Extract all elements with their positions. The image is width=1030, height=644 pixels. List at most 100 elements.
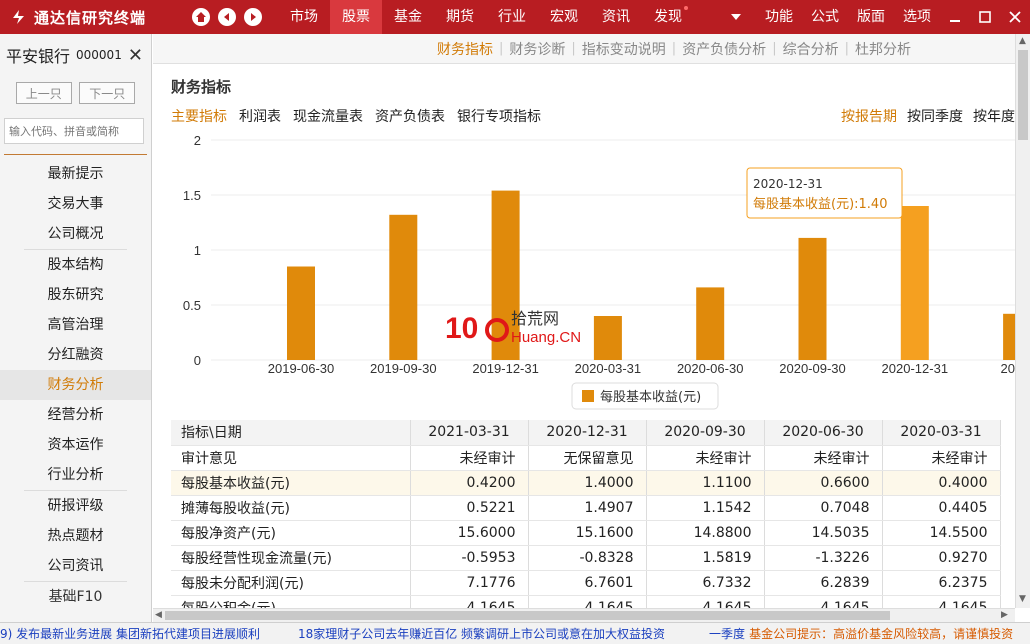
- subtab-bank-special[interactable]: 银行专项指标: [457, 106, 541, 126]
- menu-functions[interactable]: 功能: [756, 0, 802, 34]
- subtab-cashflow[interactable]: 现金流量表: [293, 106, 363, 126]
- value-cell: -0.8328: [528, 545, 647, 571]
- table-row[interactable]: 每股经营性现金流量(元) -0.5953 -0.8328 1.5819 -1.3226 0…: [171, 545, 1001, 571]
- sidebar-item-events[interactable]: 交易大事: [0, 189, 151, 219]
- table-row[interactable]: 每股公积金(元)4.16454.16454.16454.16454.1645: [171, 595, 1001, 608]
- chart-bars[interactable]: [287, 190, 1015, 361]
- table-header-row[interactable]: 指标\日期 2021-03-31 2020-12-31 2020-09-30 2020-…: [171, 420, 1001, 446]
- period-by-report[interactable]: 按报告期: [841, 106, 897, 126]
- scroll-right-icon[interactable]: ▶: [1001, 610, 1008, 620]
- ticker-notice[interactable]: 基金公司提示：高溢价基金风险较高，请谨慎投资: [749, 625, 1013, 642]
- tab-dupont[interactable]: 杜邦分析: [849, 39, 917, 59]
- tab-balance-analysis[interactable]: 资产负债分析: [676, 39, 772, 59]
- sidebar-item-shareholders[interactable]: 股东研究: [0, 280, 151, 310]
- sidebar-item-dividends[interactable]: 分红融资: [0, 340, 151, 370]
- sidebar-item-latest[interactable]: 最新提示: [0, 159, 151, 189]
- legend-label: 每股基本收益(元): [600, 389, 701, 405]
- value-cell: 2020-12-31: [528, 420, 647, 446]
- next-stock-button[interactable]: 下一只: [79, 82, 136, 104]
- close-stock-icon[interactable]: ✕: [128, 45, 143, 66]
- horizontal-scrollbar[interactable]: ◀ ▶: [153, 608, 1015, 622]
- forward-icon[interactable]: [244, 8, 262, 26]
- financial-table: 指标\日期 2021-03-31 2020-12-31 2020-09-30 2020-…: [171, 420, 1015, 608]
- analysis-tabs: 财务指标 | 财务诊断 | 指标变动说明 | 资产负债分析 | 综合分析 | 杜邦分析: [153, 34, 1015, 64]
- menu-stocks[interactable]: 股票: [330, 0, 382, 34]
- scroll-down-icon[interactable]: ▼: [1019, 594, 1026, 604]
- value-cell: 4.1645: [764, 595, 883, 608]
- period-same-quarter[interactable]: 按同季度: [907, 106, 963, 126]
- subtab-income[interactable]: 利润表: [239, 106, 281, 126]
- prev-stock-button[interactable]: 上一只: [15, 82, 72, 104]
- y-tick-label: 0.5: [183, 298, 201, 313]
- sidebar-item-basic-f10[interactable]: 基础F10: [0, 582, 151, 612]
- menu-layout[interactable]: 版面: [848, 0, 894, 34]
- chart-bar[interactable]: [798, 237, 827, 360]
- vertical-scroll-thumb[interactable]: [1018, 50, 1028, 140]
- value-cell: 6.2375: [882, 570, 1001, 596]
- sidebar-item-capital-ops[interactable]: 资本运作: [0, 430, 151, 460]
- tab-comprehensive[interactable]: 综合分析: [777, 39, 845, 59]
- minimize-icon[interactable]: [940, 0, 970, 34]
- chart-bar[interactable]: [696, 287, 725, 360]
- sidebar-item-governance[interactable]: 高管治理: [0, 310, 151, 340]
- table-row[interactable]: 摊薄每股收益(元) 0.5221 1.4907 1.1542 0.7048 0.4405: [171, 495, 1001, 521]
- ticker-item[interactable]: 18家理财子公司去年赚近百亿 频繁调研上市公司或意在加大权益投资: [298, 625, 665, 642]
- menu-formula[interactable]: 公式: [802, 0, 848, 34]
- value-cell: 15.1600: [528, 520, 647, 546]
- menu-options[interactable]: 选项: [894, 0, 940, 34]
- menu-funds[interactable]: 基金: [382, 0, 434, 34]
- vertical-scrollbar[interactable]: ▲ ▼: [1015, 34, 1030, 608]
- menu-discover-label: 发现: [654, 9, 682, 25]
- sidebar-item-research[interactable]: 研报评级: [0, 491, 151, 521]
- horizontal-scroll-thumb[interactable]: [165, 611, 890, 620]
- chart-bar[interactable]: [900, 206, 929, 360]
- menu-futures[interactable]: 期货: [434, 0, 486, 34]
- subtab-key-indicators[interactable]: 主要指标: [171, 106, 227, 126]
- ticker-item[interactable]: 9) 发布最新业务进展 集团新拓代建项目进展顺利: [0, 625, 260, 642]
- scroll-left-icon[interactable]: ◀: [155, 610, 162, 620]
- period-yearly[interactable]: 按年度: [973, 106, 1015, 126]
- sidebar-item-themes[interactable]: 热点题材: [0, 521, 151, 551]
- sidebar-item-operations[interactable]: 经营分析: [0, 400, 151, 430]
- back-icon[interactable]: [218, 8, 236, 26]
- menu-discover[interactable]: 发现: [642, 0, 694, 34]
- chart-bar[interactable]: [287, 266, 315, 361]
- value-cell: 未经审计: [646, 445, 765, 471]
- sidebar-item-industry[interactable]: 行业分析: [0, 460, 151, 490]
- sidebar-item-financial-analysis[interactable]: 财务分析: [0, 370, 151, 400]
- tab-financial-indicators[interactable]: 财务指标: [431, 39, 499, 59]
- table-row[interactable]: 每股未分配利润(元) 7.1776 6.7601 6.7332 6.2839 6.2375: [171, 570, 1001, 596]
- menu-market[interactable]: 市场: [278, 0, 330, 34]
- chart-legend[interactable]: 每股基本收益(元): [571, 382, 719, 410]
- value-cell: 6.7601: [528, 570, 647, 596]
- sidebar-item-profile[interactable]: 公司概况: [0, 219, 151, 249]
- sidebar-item-capital-structure[interactable]: 股本结构: [0, 250, 151, 280]
- chart-bar[interactable]: [1003, 313, 1015, 360]
- menu-macro[interactable]: 宏观: [538, 0, 590, 34]
- tab-indicator-changes[interactable]: 指标变动说明: [576, 39, 672, 59]
- subtab-balance[interactable]: 资产负债表: [375, 106, 445, 126]
- tooltip-value: 每股基本收益(元):1.40: [753, 196, 887, 212]
- value-cell: 1.4907: [528, 495, 647, 521]
- dropdown-chevron-icon[interactable]: [716, 0, 756, 34]
- table-row[interactable]: 每股基本收益(元) 0.4200 1.4000 1.1100 0.6600 0.4000: [171, 470, 1001, 496]
- sidebar-item-company-news[interactable]: 公司资讯: [0, 551, 151, 581]
- menu-news[interactable]: 资讯: [590, 0, 642, 34]
- value-cell: 4.1645: [528, 595, 647, 608]
- home-icon[interactable]: [192, 8, 210, 26]
- value-cell: 2020-09-30: [646, 420, 765, 446]
- tab-financial-diagnosis[interactable]: 财务诊断: [503, 39, 571, 59]
- chart-bar[interactable]: [593, 316, 622, 360]
- menu-industry[interactable]: 行业: [486, 0, 538, 34]
- code-search-input[interactable]: [4, 118, 144, 144]
- table-row[interactable]: 审计意见 未经审计 无保留意见 未经审计 未经审计 未经审计: [171, 445, 1001, 471]
- value-cell: 1.5819: [646, 545, 765, 571]
- value-cell: 6.7332: [646, 570, 765, 596]
- maximize-icon[interactable]: [970, 0, 1000, 34]
- close-icon[interactable]: [1000, 0, 1030, 34]
- value-cell: 7.1776: [410, 570, 529, 596]
- scroll-up-icon[interactable]: ▲: [1019, 36, 1026, 46]
- chart-bar[interactable]: [389, 214, 418, 360]
- ticker-item[interactable]: 一季度: [709, 625, 745, 642]
- table-row[interactable]: 每股净资产(元) 15.6000 15.1600 14.8800 14.5035 14.5…: [171, 520, 1001, 546]
